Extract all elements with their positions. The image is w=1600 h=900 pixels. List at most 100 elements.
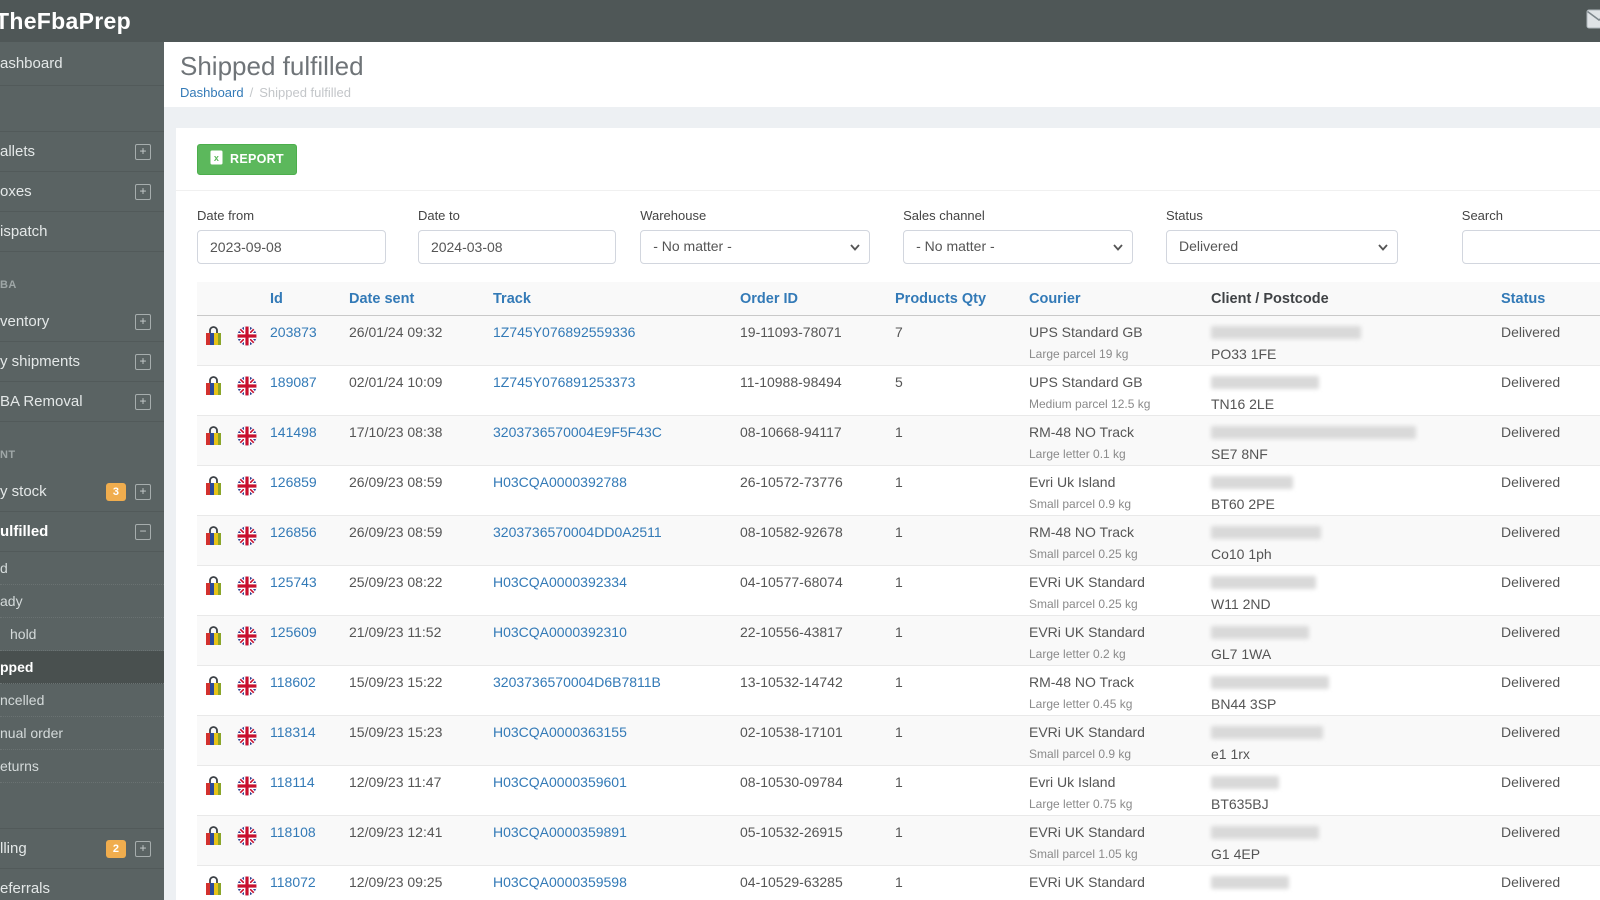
cell-date-sent: 02/01/24 10:09 — [349, 374, 443, 390]
tracking-number-link[interactable]: H03CQA0000359891 — [493, 824, 627, 840]
sidebar-item-pped[interactable]: pped — [0, 651, 164, 684]
report-button-label: REPORT — [230, 152, 284, 166]
cell-order-id: 13-10532-14742 — [740, 674, 843, 690]
shipment-id-link[interactable]: 203873 — [270, 324, 317, 340]
sidebar-item-label: ulfilled — [0, 523, 49, 540]
tracking-number-link[interactable]: H03CQA0000392788 — [493, 474, 627, 490]
page-header: Shipped fulfilled Dashboard / Shipped fulf… — [164, 42, 1600, 107]
report-button[interactable]: x REPORT — [197, 144, 297, 175]
tracking-number-link[interactable]: H03CQA0000359598 — [493, 874, 627, 890]
tracking-number-link[interactable]: 1Z745Y076892559336 — [493, 324, 635, 340]
shipment-id-link[interactable]: 126856 — [270, 524, 317, 540]
sidebar-item-nual-order[interactable]: nual order — [0, 717, 164, 750]
cell-track: 1Z745Y076892559336 — [493, 324, 740, 341]
sidebar-item-hold[interactable]: hold — [0, 618, 164, 651]
expand-plus-icon[interactable]: + — [135, 840, 151, 857]
main-area: Shipped fulfilled Dashboard / Shipped fulf… — [164, 42, 1600, 900]
sidebar-item-ulfilled[interactable]: ulfilled − — [0, 512, 164, 552]
sidebar-item-oxes[interactable]: oxes + — [0, 172, 164, 212]
shipment-id-link[interactable]: 118314 — [270, 724, 316, 740]
warehouse-select[interactable]: - No matter - — [640, 230, 871, 264]
column-header-order-id[interactable]: Order ID — [740, 291, 895, 307]
column-header-products-qty[interactable]: Products Qty — [895, 291, 1029, 307]
shipment-id-link[interactable]: 125743 — [270, 574, 317, 590]
expand-plus-icon[interactable]: + — [135, 183, 151, 200]
envelope-icon[interactable] — [1586, 9, 1600, 34]
tracking-number-link[interactable]: H03CQA0000392310 — [493, 624, 627, 640]
sidebar-item-ashboard[interactable]: ashboard — [0, 42, 164, 86]
filter-search: Search — [1461, 208, 1600, 264]
sidebar-item-y-stock[interactable]: y stock 3 + — [0, 472, 164, 512]
date-to-input[interactable] — [417, 230, 617, 264]
sidebar-item-ba-removal[interactable]: BA Removal + — [0, 382, 164, 422]
shipment-id-link[interactable]: 125609 — [270, 624, 317, 640]
tracking-number-link[interactable]: H03CQA0000392334 — [493, 574, 627, 590]
sidebar-item-ncelled[interactable]: ncelled — [0, 684, 164, 717]
client-name-redacted — [1211, 776, 1279, 789]
uk-flag-icon — [237, 624, 270, 651]
sidebar-item-d[interactable]: d — [0, 552, 164, 585]
breadcrumb-dashboard-link[interactable]: Dashboard — [180, 85, 244, 100]
client-postcode: SE7 8NF — [1211, 446, 1268, 462]
shipment-id-link[interactable]: 118114 — [270, 774, 315, 790]
sidebar-item-ispatch[interactable]: ispatch — [0, 212, 164, 252]
shipment-id-link[interactable]: 118602 — [270, 674, 316, 690]
cell-status: Delivered — [1501, 674, 1561, 690]
column-header-id[interactable]: Id — [270, 291, 349, 307]
expand-plus-icon[interactable]: + — [135, 393, 151, 410]
expand-plus-icon[interactable]: + — [135, 353, 151, 370]
sidebar-item-lling[interactable]: lling 2 + — [0, 829, 164, 869]
sidebar-item-allets[interactable]: allets + — [0, 132, 164, 172]
collapse-minus-icon[interactable]: − — [135, 523, 151, 540]
courier-name: RM-48 NO Track — [1029, 674, 1135, 690]
client-name-redacted — [1211, 826, 1319, 839]
expand-plus-icon[interactable]: + — [135, 143, 151, 160]
sales-channel-select[interactable]: - No matter - — [903, 230, 1134, 264]
tracking-number-link[interactable]: 1Z745Y076891253373 — [493, 374, 635, 390]
expand-plus-icon[interactable]: + — [135, 313, 151, 330]
cell-status: Delivered — [1501, 424, 1561, 440]
column-header-date-sent[interactable]: Date sent — [349, 291, 493, 307]
sidebar-item-ventory[interactable]: ventory + — [0, 302, 164, 342]
cell-client-postcode: BN44 3SP — [1211, 674, 1501, 713]
table-row: 126856 26/09/23 08:59 3203736570004DD0A251… — [197, 516, 1600, 566]
courier-name: EVRi UK Standard — [1029, 874, 1145, 890]
cell-client-postcode: e1 1rx — [1211, 724, 1501, 763]
cell-client-postcode: W11 2ND — [1211, 574, 1501, 613]
shipment-id-link[interactable]: 118072 — [270, 874, 316, 890]
shipment-id-link[interactable]: 126859 — [270, 474, 317, 490]
shopping-bag-icon — [205, 474, 237, 501]
column-header-courier[interactable]: Courier — [1029, 291, 1211, 307]
tracking-number-link[interactable]: 3203736570004D6B7811B — [493, 674, 661, 690]
courier-parcel-detail: Small parcel 0.9 kg — [1029, 497, 1132, 511]
table-row: 125609 21/09/23 11:52 H03CQA0000392310 22-1… — [197, 616, 1600, 666]
client-name-redacted — [1211, 876, 1289, 889]
cell-status: Delivered — [1501, 574, 1561, 590]
sidebar-item-y-shipments[interactable]: y shipments + — [0, 342, 164, 382]
sidebar-item-ady[interactable]: ady — [0, 585, 164, 618]
client-name-redacted — [1211, 726, 1323, 739]
tracking-number-link[interactable]: 3203736570004E9F5F43C — [493, 424, 662, 440]
search-input[interactable] — [1461, 230, 1600, 264]
sidebar-item-eferrals[interactable]: eferrals — [0, 869, 164, 900]
column-header-status[interactable]: Status — [1501, 291, 1600, 307]
sidebar-item-eturns[interactable]: eturns — [0, 750, 164, 783]
shipment-id-link[interactable]: 189087 — [270, 374, 317, 390]
tracking-number-link[interactable]: H03CQA0000359601 — [493, 774, 627, 790]
status-select[interactable]: Delivered — [1166, 230, 1398, 264]
tracking-number-link[interactable]: 3203736570004DD0A2511 — [493, 524, 662, 540]
date-from-input[interactable] — [197, 230, 386, 264]
courier-name: EVRi UK Standard — [1029, 724, 1145, 740]
courier-parcel-detail: Large letter 0.45 kg — [1029, 697, 1133, 711]
cell-track: 1Z745Y076891253373 — [493, 374, 740, 391]
shipment-id-link[interactable]: 118108 — [270, 824, 316, 840]
cell-order-id: 22-10556-43817 — [740, 624, 843, 640]
app-logo[interactable]: TheFbaPrep — [0, 8, 131, 35]
shipment-id-link[interactable]: 141498 — [270, 424, 317, 440]
tracking-number-link[interactable]: H03CQA0000363155 — [493, 724, 627, 740]
cell-track: H03CQA0000359891 — [493, 824, 740, 841]
expand-plus-icon[interactable]: + — [135, 483, 151, 500]
client-postcode: BT60 2PE — [1211, 496, 1275, 512]
status-selected-value: Delivered — [1179, 238, 1239, 254]
column-header-track[interactable]: Track — [493, 291, 740, 307]
